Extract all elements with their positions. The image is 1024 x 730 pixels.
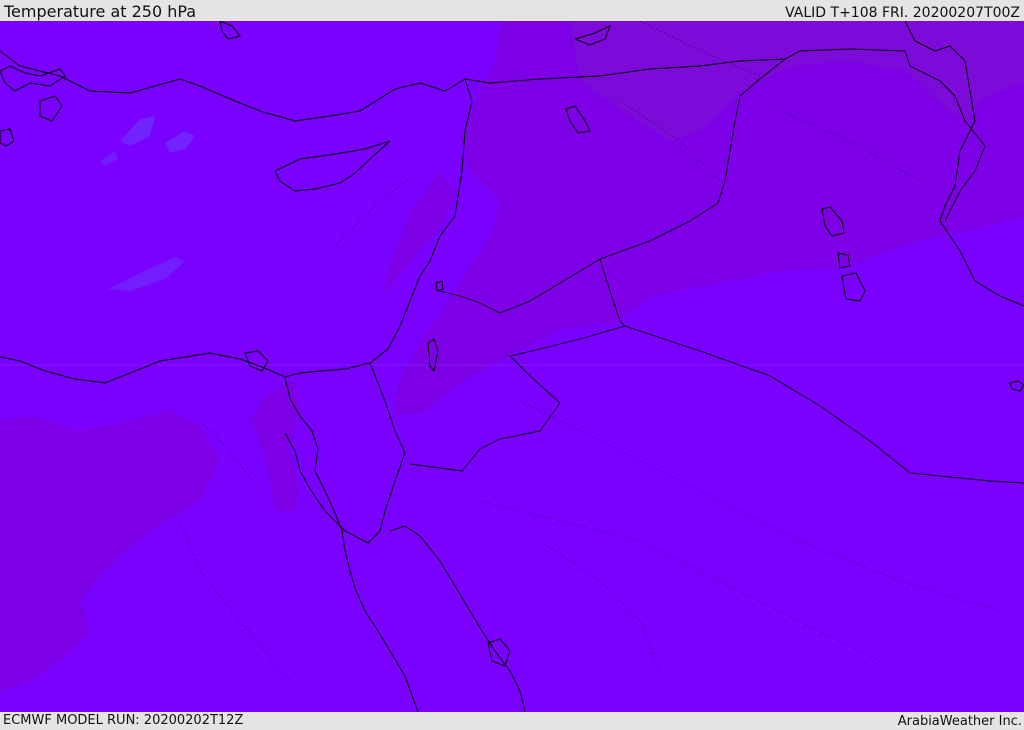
weather-map[interactable] bbox=[0, 21, 1024, 712]
header-bar: Temperature at 250 hPa VALID T+108 FRI. … bbox=[0, 0, 1024, 21]
footer-bar: ECMWF MODEL RUN: 20200202T12Z ArabiaWeat… bbox=[0, 712, 1024, 729]
credit: ArabiaWeather Inc. bbox=[897, 714, 1022, 729]
model-run: ECMWF MODEL RUN: 20200202T12Z bbox=[3, 713, 244, 728]
valid-time: VALID T+108 FRI. 20200207T00Z bbox=[785, 5, 1020, 21]
map-title: Temperature at 250 hPa bbox=[4, 2, 197, 21]
map-canvas bbox=[0, 21, 1024, 712]
